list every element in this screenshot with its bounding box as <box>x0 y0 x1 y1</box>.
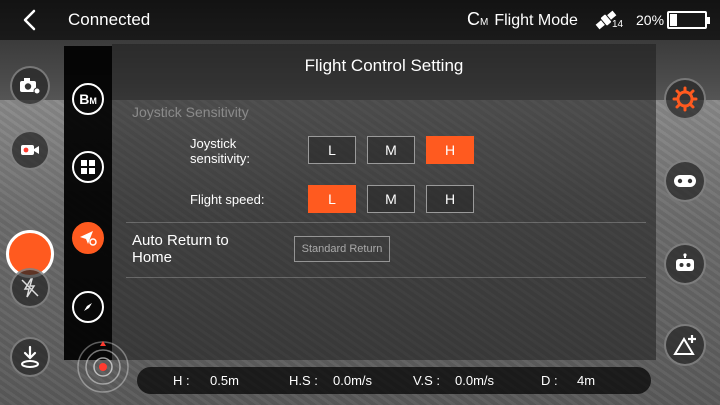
vertical-speed-value: 0.0m/s <box>455 373 495 388</box>
panel-title: Flight Control Setting <box>304 56 464 75</box>
horizontal-speed-label: H.S : <box>289 373 318 388</box>
radar-icon <box>77 341 129 393</box>
gamepad-icon <box>674 175 696 187</box>
waypoint-add-icon <box>673 335 696 355</box>
back-icon[interactable] <box>18 8 42 32</box>
video-mode-icon <box>21 145 39 155</box>
joystick-option-m[interactable]: M <box>367 136 415 164</box>
settings-button[interactable] <box>664 78 706 120</box>
battery-fill <box>670 14 677 26</box>
section-hint: Joystick Sensitivity <box>132 104 249 120</box>
waypoint-add-button[interactable] <box>664 324 706 366</box>
nav-basic-mode[interactable]: BM <box>72 83 104 115</box>
divider <box>126 277 646 278</box>
distance-value: 4m <box>577 373 596 388</box>
right-toolbar <box>664 40 720 405</box>
flight-control-icon <box>80 231 97 246</box>
horizontal-speed-value: 0.0m/s <box>333 373 373 388</box>
landing-button[interactable] <box>10 337 50 377</box>
robot-button[interactable] <box>664 243 706 285</box>
basic-mode-icon: BM <box>79 91 97 107</box>
flash-off-button[interactable] <box>10 268 50 308</box>
left-toolbar <box>0 40 60 405</box>
battery-icon <box>667 11 710 29</box>
vertical-speed-label: V.S : <box>413 373 440 388</box>
settings-gear-icon <box>672 86 698 112</box>
speed-option-l[interactable]: L <box>308 185 356 213</box>
joystick-option-h[interactable]: H <box>426 136 474 164</box>
mode-logo: CM <box>467 9 489 29</box>
joystick-sensitivity-label: Joystick sensitivity: <box>190 136 250 166</box>
battery-percent: 20% <box>636 12 665 28</box>
nav-flight-control[interactable] <box>72 222 104 254</box>
joystick-option-l[interactable]: L <box>308 136 356 164</box>
gamepad-button[interactable] <box>664 160 706 202</box>
divider <box>126 222 646 223</box>
satellite-count: 14 <box>612 19 624 30</box>
flight-control-panel: Flight Control Setting Joystick Sensitiv… <box>112 44 656 360</box>
camera-settings-icon <box>20 78 41 95</box>
landing-icon <box>21 345 39 368</box>
speed-option-m[interactable]: M <box>367 185 415 213</box>
video-mode-button[interactable] <box>10 130 50 170</box>
robot-icon <box>676 253 694 271</box>
nav-compass[interactable] <box>72 291 104 323</box>
top-bar: Connected CM Flight Mode 14 20% <box>0 0 720 40</box>
flight-mode-indicator[interactable]: CM Flight Mode <box>467 9 578 30</box>
speed-option-h[interactable]: H <box>426 185 474 213</box>
settings-side-nav: BM <box>64 46 112 360</box>
flight-mode-label: Flight Mode <box>494 12 578 29</box>
standard-return-button[interactable]: Standard Return <box>294 236 390 262</box>
camera-settings-button[interactable] <box>10 66 50 106</box>
height-label: H : <box>173 373 190 388</box>
flash-off-icon <box>21 278 39 298</box>
telemetry-bar: H : 0.5m H.S : 0.0m/s V.S : 0.0m/s D : 4… <box>137 367 651 394</box>
nav-grid[interactable] <box>72 151 104 183</box>
distance-label: D : <box>541 373 558 388</box>
grid-icon <box>81 160 95 174</box>
height-value: 0.5m <box>210 373 239 388</box>
connection-status: Connected <box>68 10 151 29</box>
compass-icon <box>84 303 92 311</box>
flight-speed-label: Flight speed: <box>190 192 265 207</box>
auto-return-label: Auto Return to Home <box>132 232 229 266</box>
